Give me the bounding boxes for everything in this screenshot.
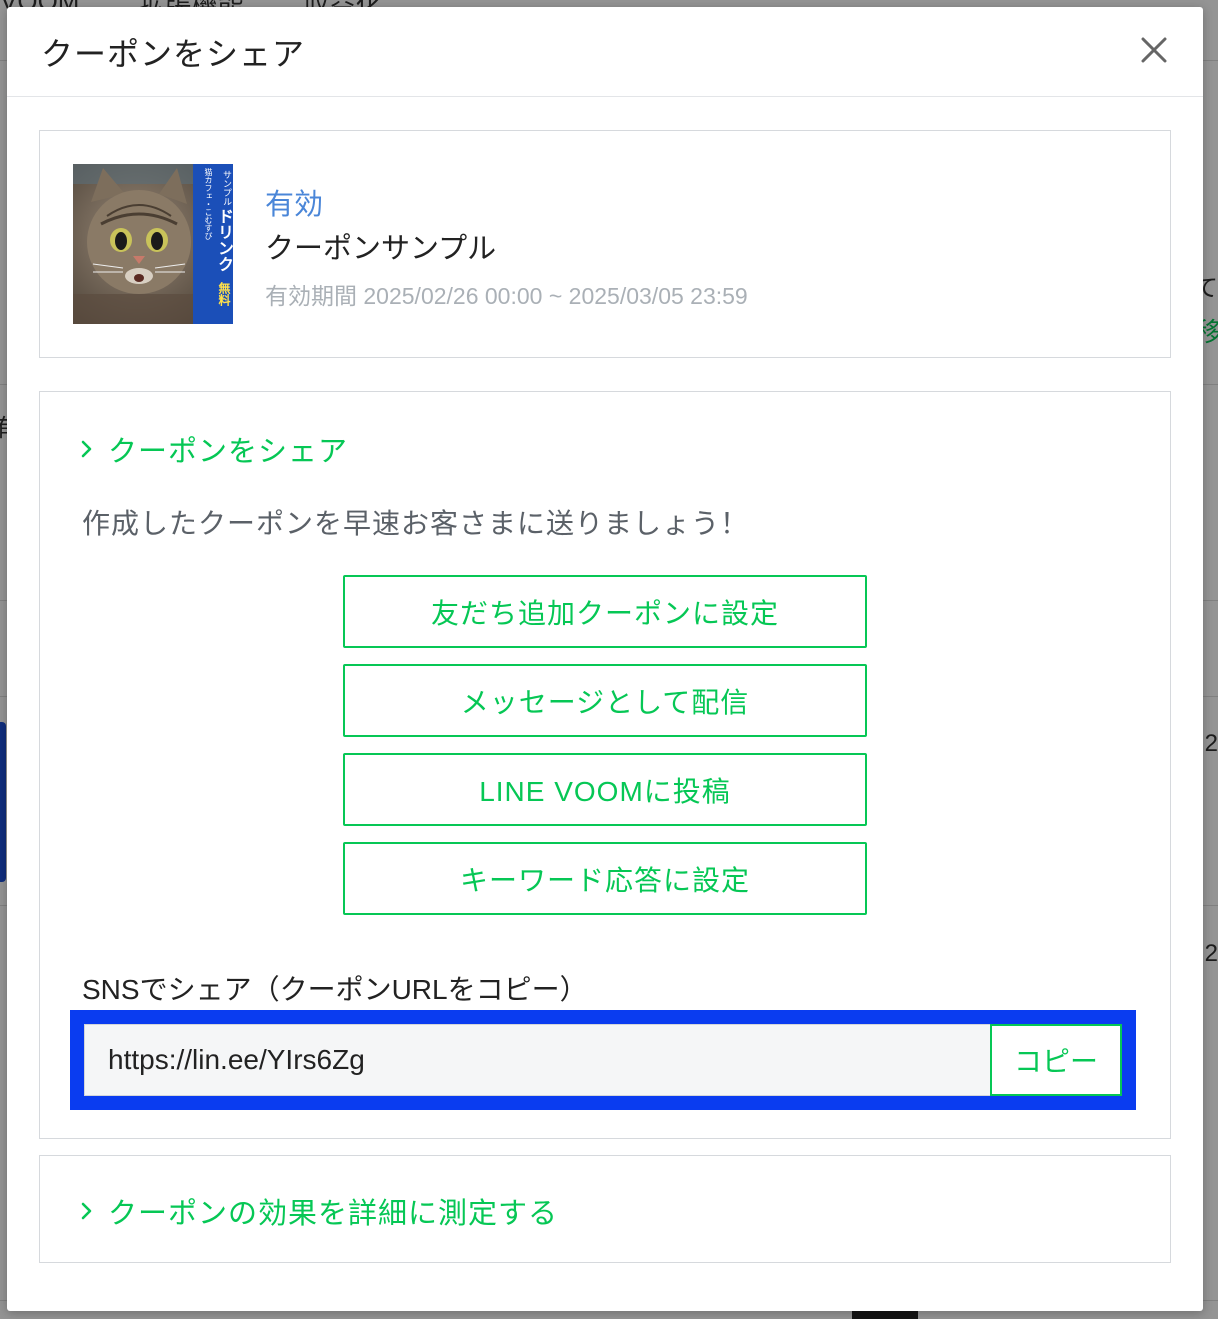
set-friend-add-coupon-button[interactable]: 友だち追加クーポンに設定: [343, 575, 867, 648]
share-section-card: クーポンをシェア 作成したクーポンを早速お客さまに送りましょう！ 友だち追加クー…: [39, 391, 1171, 1139]
coupon-url-field[interactable]: https://lin.ee/YIrs6Zg: [84, 1024, 992, 1096]
measure-section-card: クーポンの効果を詳細に測定する: [39, 1155, 1171, 1263]
url-highlight-box: https://lin.ee/YIrs6Zg コピー: [70, 1010, 1136, 1110]
measure-section-toggle[interactable]: クーポンの効果を詳細に測定する: [80, 1190, 558, 1232]
close-icon: [1141, 37, 1167, 63]
set-keyword-response-button[interactable]: キーワード応答に設定: [343, 842, 867, 915]
copy-url-button[interactable]: コピー: [990, 1024, 1122, 1096]
share-section-header: クーポンをシェア: [108, 436, 349, 468]
thumbnail-caption: 猫カフェ・こむすび: [204, 168, 213, 240]
thumbnail-caption: ドリンク: [215, 208, 233, 272]
coupon-thumbnail: 猫カフェ・こむすび サンプル ドリンク 無料: [73, 164, 233, 324]
measure-section-header: クーポンの効果を詳細に測定する: [108, 1198, 559, 1230]
coupon-summary-card: 猫カフェ・こむすび サンプル ドリンク 無料 有効 クーポンサンプル 有効期間 …: [39, 130, 1171, 358]
coupon-validity-period: 有効期間 2025/02/26 00:00 ~ 2025/03/05 23:59: [265, 283, 748, 309]
chevron-right-icon: [81, 1202, 92, 1220]
coupon-status: 有効: [265, 189, 324, 221]
chevron-right-icon: [81, 440, 92, 458]
share-section-toggle[interactable]: クーポンをシェア: [80, 428, 348, 470]
modal-header: クーポンをシェア: [7, 7, 1203, 97]
share-coupon-modal: クーポンをシェア 猫カフェ・こむすび サンプル ドリンク 無料 有効 クーポンサ…: [7, 7, 1203, 1311]
share-description: 作成したクーポンを早速お客さまに送りましょう！: [82, 508, 750, 539]
modal-title: クーポンをシェア: [41, 36, 306, 72]
sns-share-label: SNSでシェア（クーポンURLをコピー）: [82, 974, 588, 1005]
thumbnail-caption: 無料: [217, 282, 231, 306]
close-button[interactable]: [1137, 33, 1171, 67]
coupon-name: クーポンサンプル: [265, 233, 497, 265]
post-to-line-voom-button[interactable]: LINE VOOMに投稿: [343, 753, 867, 826]
send-as-message-button[interactable]: メッセージとして配信: [343, 664, 867, 737]
thumbnail-caption: サンプル: [221, 170, 231, 206]
